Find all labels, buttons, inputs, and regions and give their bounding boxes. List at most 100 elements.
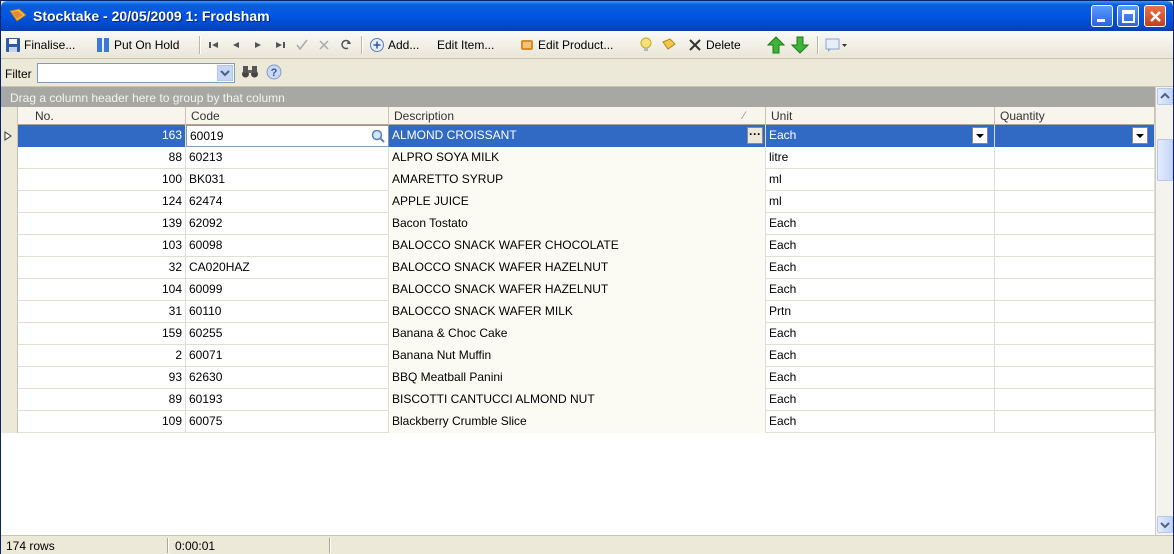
delete-button[interactable]: Delete — [687, 35, 741, 55]
cell-quantity[interactable] — [995, 345, 1155, 367]
cell-quantity[interactable] — [995, 213, 1155, 235]
cell-description[interactable]: Bacon Tostato — [389, 213, 766, 235]
lightbulb-button[interactable] — [638, 35, 654, 55]
unit-dropdown-button[interactable] — [972, 127, 988, 144]
minimize-button[interactable] — [1091, 5, 1113, 27]
row-indicator[interactable] — [1, 191, 18, 213]
cell-quantity[interactable] — [995, 235, 1155, 257]
cell-description[interactable]: BBQ Meatball Panini — [389, 367, 766, 389]
cell-unit[interactable]: Each — [766, 411, 995, 433]
column-header-code[interactable]: Code — [186, 107, 389, 125]
close-button[interactable] — [1144, 5, 1166, 27]
table-row[interactable]: 32 CA020HAZ BALOCCO SNACK WAFER HAZELNUT… — [1, 257, 1155, 279]
row-indicator[interactable] — [1, 279, 18, 301]
cell-description[interactable]: AMARETTO SYRUP — [389, 169, 766, 191]
table-row[interactable]: 89 60193 BISCOTTI CANTUCCI ALMOND NUT Ea… — [1, 389, 1155, 411]
finalise-button[interactable]: Finalise... — [5, 35, 75, 55]
filter-dropdown-button[interactable] — [216, 64, 234, 82]
cell-code[interactable]: 62630 — [186, 367, 389, 389]
row-indicator[interactable] — [1, 301, 18, 323]
cell-description[interactable]: BALOCCO SNACK WAFER HAZELNUT — [389, 279, 766, 301]
filter-combobox[interactable] — [37, 63, 235, 83]
add-button[interactable]: Add... — [369, 35, 419, 55]
table-row[interactable]: 139 62092 Bacon Tostato Each — [1, 213, 1155, 235]
cell-quantity[interactable] — [995, 147, 1155, 169]
column-header-quantity[interactable]: Quantity — [995, 107, 1155, 125]
cell-code[interactable]: 60071 — [186, 345, 389, 367]
description-ellipsis-button[interactable]: ··· — [747, 127, 763, 144]
cell-code[interactable]: 62474 — [186, 191, 389, 213]
cell-description[interactable]: APPLE JUICE — [389, 191, 766, 213]
row-indicator[interactable] — [1, 235, 18, 257]
cell-code[interactable]: CA020HAZ — [186, 257, 389, 279]
cell-code[interactable]: 60075 — [186, 411, 389, 433]
column-header-description[interactable]: Description ⁄ — [389, 107, 766, 125]
cell-code[interactable]: 60098 — [186, 235, 389, 257]
cell-description[interactable]: BALOCCO SNACK WAFER MILK — [389, 301, 766, 323]
cell-quantity[interactable] — [995, 323, 1155, 345]
cell-unit[interactable]: Each — [766, 279, 995, 301]
cell-description[interactable]: BALOCCO SNACK WAFER HAZELNUT — [389, 257, 766, 279]
cell-description[interactable]: BISCOTTI CANTUCCI ALMOND NUT — [389, 389, 766, 411]
cell-description[interactable]: Banana Nut Muffin — [389, 345, 766, 367]
row-indicator[interactable] — [1, 323, 18, 345]
move-down-button[interactable] — [791, 35, 809, 55]
row-indicator[interactable] — [1, 125, 18, 147]
maximize-button[interactable] — [1117, 5, 1139, 27]
cell-quantity[interactable] — [995, 191, 1155, 213]
scroll-up-button[interactable] — [1157, 88, 1173, 105]
next-record-button[interactable] — [251, 35, 265, 55]
cell-unit[interactable]: Each — [766, 125, 995, 147]
cell-unit[interactable]: Each — [766, 323, 995, 345]
vertical-scrollbar[interactable] — [1155, 87, 1173, 535]
edit-product-button[interactable]: Edit Product... — [519, 35, 613, 55]
row-indicator[interactable] — [1, 257, 18, 279]
find-button[interactable] — [241, 64, 259, 83]
cell-code[interactable]: 60099 — [186, 279, 389, 301]
cell-description[interactable]: Banana & Choc Cake — [389, 323, 766, 345]
row-indicator[interactable] — [1, 367, 18, 389]
cell-quantity[interactable] — [995, 389, 1155, 411]
row-indicator[interactable] — [1, 169, 18, 191]
cell-unit[interactable]: ml — [766, 191, 995, 213]
cell-quantity[interactable] — [995, 279, 1155, 301]
cell-code[interactable]: BK031 — [186, 169, 389, 191]
confirm-button[interactable] — [295, 35, 309, 55]
cell-description[interactable]: ALMOND CROISSANT ··· — [389, 125, 766, 147]
table-row[interactable]: 2 60071 Banana Nut Muffin Each — [1, 345, 1155, 367]
table-row[interactable]: 163 60019 ALMOND CROISSANT ··· Each — [1, 125, 1155, 147]
first-record-button[interactable] — [207, 35, 221, 55]
move-up-button[interactable] — [767, 35, 785, 55]
refresh-button[interactable] — [339, 35, 353, 55]
table-row[interactable]: 124 62474 APPLE JUICE ml — [1, 191, 1155, 213]
cell-unit[interactable]: Each — [766, 389, 995, 411]
cell-unit[interactable]: Prtn — [766, 301, 995, 323]
cell-quantity[interactable] — [995, 169, 1155, 191]
row-indicator[interactable] — [1, 147, 18, 169]
previous-record-button[interactable] — [229, 35, 243, 55]
edit-item-button[interactable]: Edit Item... — [437, 35, 494, 55]
cell-quantity[interactable] — [995, 257, 1155, 279]
table-row[interactable]: 103 60098 BALOCCO SNACK WAFER CHOCOLATE … — [1, 235, 1155, 257]
group-by-panel[interactable]: Drag a column header here to group by th… — [1, 87, 1155, 107]
row-indicator[interactable] — [1, 213, 18, 235]
code-lookup-button[interactable] — [370, 128, 386, 146]
last-record-button[interactable] — [273, 35, 287, 55]
table-row[interactable]: 159 60255 Banana & Choc Cake Each — [1, 323, 1155, 345]
title-bar[interactable]: Stocktake - 20/05/2009 1: Frodsham — [1, 1, 1173, 31]
cell-quantity[interactable] — [995, 411, 1155, 433]
table-row[interactable]: 100 BK031 AMARETTO SYRUP ml — [1, 169, 1155, 191]
column-header-no[interactable]: No. — [18, 107, 186, 125]
row-indicator[interactable] — [1, 345, 18, 367]
view-options-button[interactable] — [825, 35, 849, 55]
row-indicator[interactable] — [1, 411, 18, 433]
cell-unit[interactable]: Each — [766, 257, 995, 279]
cell-unit[interactable]: Each — [766, 345, 995, 367]
cell-unit[interactable]: Each — [766, 367, 995, 389]
cell-unit[interactable]: Each — [766, 235, 995, 257]
table-row[interactable]: 104 60099 BALOCCO SNACK WAFER HAZELNUT E… — [1, 279, 1155, 301]
cell-code[interactable]: 62092 — [186, 213, 389, 235]
row-indicator[interactable] — [1, 389, 18, 411]
column-header-unit[interactable]: Unit — [766, 107, 995, 125]
cell-code[interactable]: 60213 — [186, 147, 389, 169]
